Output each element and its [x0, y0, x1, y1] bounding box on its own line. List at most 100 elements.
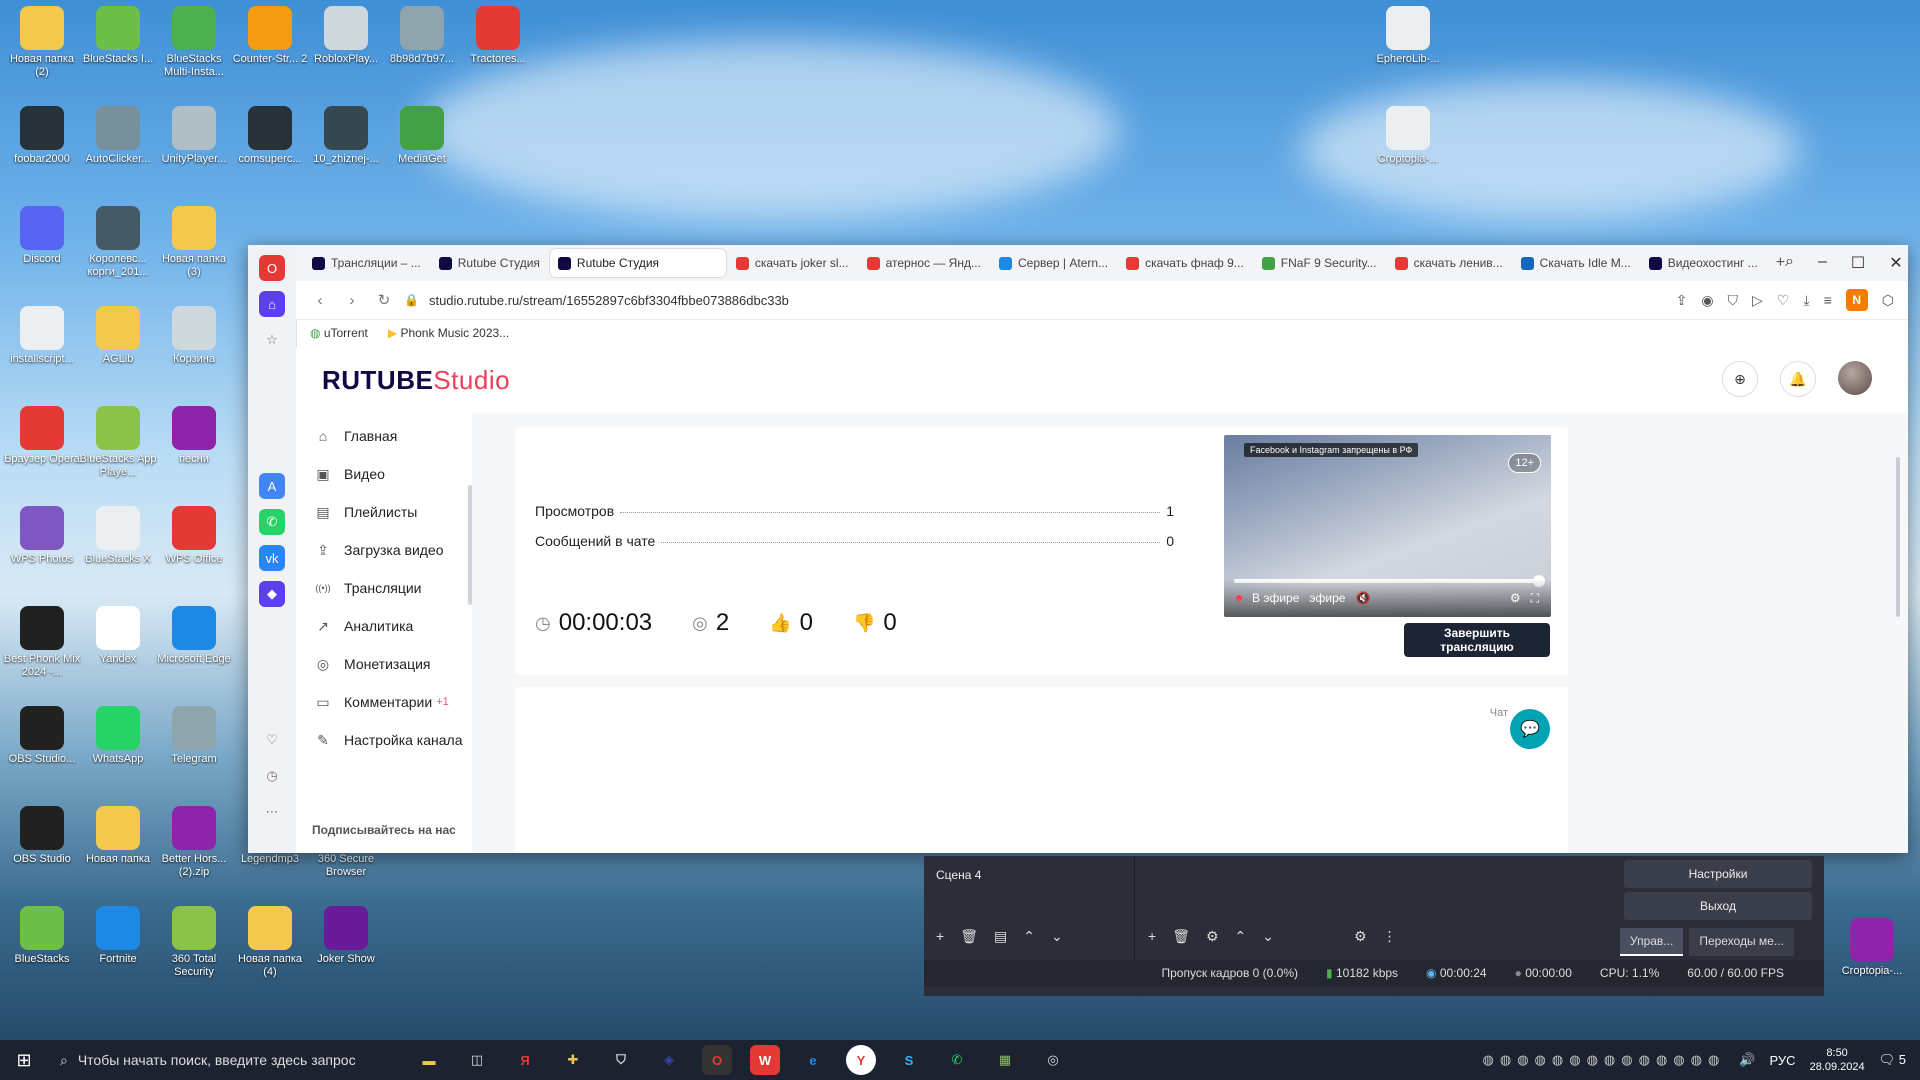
heart-icon[interactable]: ♡ — [259, 727, 285, 753]
desktop-icon[interactable]: песни — [154, 406, 234, 466]
browser-tab[interactable]: Rutube Студия — [431, 249, 548, 277]
edge-icon[interactable]: e — [798, 1045, 828, 1075]
desktop-icon[interactable]: BlueStacks Multi-Insta... — [154, 6, 234, 79]
desktop-icon[interactable]: Новая папка (4) — [230, 906, 310, 979]
bluestacks-icon[interactable]: ▦ — [990, 1045, 1020, 1075]
browser-tab[interactable]: FNaF 9 Security... — [1254, 249, 1385, 277]
desktop-icon[interactable]: 10_zhiznej-... — [306, 106, 386, 166]
avatar[interactable] — [1838, 361, 1872, 395]
down-icon[interactable]: ⌄ — [1051, 928, 1063, 945]
trash-icon[interactable]: 🗑 — [960, 928, 978, 945]
desktop-icon[interactable]: 360 Total Security — [154, 906, 234, 979]
desktop-icon[interactable]: Discord — [2, 206, 82, 266]
desktop-icon[interactable]: Yandex — [78, 606, 158, 666]
browser-tab[interactable]: скачать joker sl... — [728, 249, 857, 277]
desktop-icon[interactable]: BlueStacks App Playe... — [78, 406, 158, 479]
desktop-icon[interactable]: Better Hors... (2).zip — [154, 806, 234, 879]
close-icon[interactable]: ✕ — [1889, 253, 1902, 273]
nav-item-video[interactable]: ▣ Видео — [296, 455, 472, 493]
desktop-icon[interactable]: OBS Studio — [2, 806, 82, 866]
app-icon[interactable]: ✚ — [558, 1045, 588, 1075]
desktop-icon[interactable]: Новая папка — [78, 806, 158, 866]
workspace-icon[interactable]: ⌂ — [259, 291, 285, 317]
shield-app-icon[interactable]: ⛉ — [606, 1045, 636, 1075]
nav-item-upload[interactable]: ⇪ Загрузка видео — [296, 531, 472, 569]
desktop-icon[interactable]: Браузер Opera — [2, 406, 82, 466]
desktop-icon[interactable]: Королевс... корги_201... — [78, 206, 158, 279]
share-icon[interactable]: ⇪ — [1676, 292, 1688, 309]
opera-icon[interactable]: O — [702, 1045, 732, 1075]
desktop-icon[interactable]: Joker Show — [306, 906, 386, 966]
bookmark-utorrent[interactable]: ◍ uTorrent — [310, 326, 368, 340]
forward-icon[interactable]: › — [340, 292, 364, 309]
bookmark-phonk[interactable]: ▶ Phonk Music 2023... — [388, 326, 509, 340]
desktop-icon[interactable]: Fortnite — [78, 906, 158, 966]
player-icon[interactable]: ▷ — [1752, 292, 1763, 309]
star-icon[interactable]: ☆ — [259, 327, 285, 353]
settings-icon[interactable]: ⚙ — [1510, 591, 1521, 605]
desktop-icon[interactable]: BlueStacks I... — [78, 6, 158, 66]
yandex-icon[interactable]: Я — [510, 1045, 540, 1075]
yandex-browser-icon[interactable]: Y — [846, 1045, 876, 1075]
extensions-icon[interactable]: ⬡ — [1882, 292, 1894, 309]
desktop-icon[interactable]: 8b98d7b97... — [382, 6, 462, 66]
nav-item-comment[interactable]: ▭ Комментарии +1 — [296, 683, 472, 721]
desktop-icon[interactable]: AutoClicker... — [78, 106, 158, 166]
profile-badge[interactable]: N — [1845, 289, 1868, 311]
desktop-icon[interactable]: BlueStacks X — [78, 506, 158, 566]
shield-icon[interactable]: ⛉ — [1728, 292, 1739, 309]
browser-tab[interactable]: скачать фнаф 9... — [1118, 249, 1252, 277]
desktop-icon[interactable]: foobar2000 — [2, 106, 82, 166]
language-indicator[interactable]: РУС — [1770, 1053, 1796, 1068]
nav-item-wand[interactable]: ✎ Настройка канала — [296, 721, 472, 759]
clock[interactable]: 8:50 28.09.2024 — [1810, 1046, 1865, 1074]
minimize-icon[interactable]: – — [1818, 253, 1827, 273]
desktop-icon[interactable]: WPS Office — [154, 506, 234, 566]
nav-item-home[interactable]: ⌂ Главная — [296, 417, 472, 455]
mute-icon[interactable]: 🔇 — [1355, 591, 1370, 605]
taskbar-search[interactable]: ⌕ Чтобы начать поиск, введите здесь запро… — [48, 1040, 400, 1080]
desktop-icon[interactable]: Tractores... — [458, 6, 538, 66]
advanced-audio-icon[interactable]: ⚙ — [1354, 928, 1367, 945]
desktop-icon[interactable]: Best Phonk Mix 2024 -... — [2, 606, 82, 679]
notifications-icon[interactable]: 🗨 5 — [1879, 1052, 1906, 1068]
desktop-icon[interactable]: BlueStacks — [2, 906, 82, 966]
menu-icon[interactable]: ≡ — [1824, 292, 1832, 308]
desktop-icon[interactable]: EpheroLib-... — [1368, 6, 1448, 66]
fullscreen-icon[interactable]: ⛶ — [1531, 591, 1539, 606]
browser-tab[interactable]: скачать ленив... — [1387, 249, 1511, 277]
desktop-icon[interactable]: WhatsApp — [78, 706, 158, 766]
new-tab-icon[interactable]: + — [1776, 254, 1785, 272]
aria-icon[interactable]: ◆ — [259, 581, 285, 607]
tab-transitions[interactable]: Переходы ме... — [1689, 928, 1794, 956]
exit-button[interactable]: Выход — [1624, 892, 1812, 920]
desktop-icon[interactable]: Croptopia-... — [1368, 106, 1448, 166]
more-icon[interactable]: ⋯ — [259, 799, 285, 825]
desktop-icon[interactable]: installscript... — [2, 306, 82, 366]
browser-tab[interactable]: Видеохостинг ... — [1641, 249, 1766, 277]
desktop-icon[interactable]: AGLib — [78, 306, 158, 366]
search-tabs-icon[interactable]: ⌕ — [1785, 253, 1794, 273]
desktop-icon[interactable]: RobloxPlay... — [306, 6, 386, 66]
desktop-icon[interactable]: Новая папка (2) — [2, 6, 82, 79]
downloads-icon[interactable]: ⤓ — [1803, 292, 1809, 309]
up-icon[interactable]: ⌃ — [1235, 928, 1247, 945]
desktop-icon[interactable]: UnityPlayer... — [154, 106, 234, 166]
sidebar-scrollbar[interactable] — [468, 485, 472, 605]
gear-icon[interactable]: ⚙ — [1206, 928, 1219, 945]
whatsapp-icon[interactable]: ✆ — [942, 1045, 972, 1075]
back-icon[interactable]: ‹ — [308, 292, 332, 309]
store-icon[interactable]: ◫ — [462, 1045, 492, 1075]
down-icon[interactable]: ⌄ — [1262, 928, 1274, 945]
nav-item-playlist[interactable]: ▤ Плейлисты — [296, 493, 472, 531]
desktop-icon[interactable]: Telegram — [154, 706, 234, 766]
app-store-icon[interactable]: A — [259, 473, 285, 499]
nav-item-chart[interactable]: ↗ Аналитика — [296, 607, 472, 645]
scene-item[interactable]: Сцена 4 — [936, 868, 981, 882]
windows-start-icon[interactable]: ⊞ — [0, 1050, 48, 1071]
file-explorer-icon[interactable]: ▬ — [414, 1045, 444, 1075]
up-icon[interactable]: ⌃ — [1023, 928, 1035, 945]
history-icon[interactable]: ◷ — [259, 763, 285, 789]
browser-tab[interactable]: Скачать Idle M... — [1513, 249, 1639, 277]
tab-controls[interactable]: Управ... — [1620, 928, 1684, 956]
